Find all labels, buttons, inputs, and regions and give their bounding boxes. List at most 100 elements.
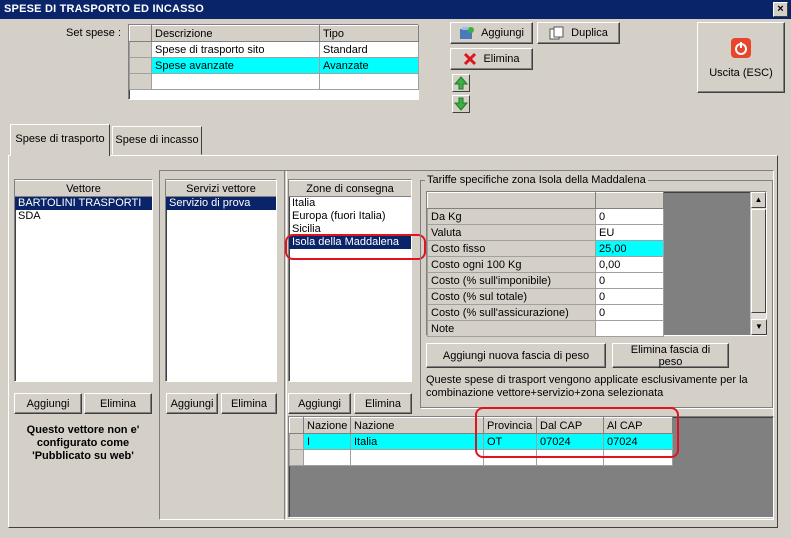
servizi-elimina-label: Elimina xyxy=(230,397,268,410)
rate-label: Costo ogni 100 Kg xyxy=(427,256,596,273)
rate-value[interactable]: EU xyxy=(595,224,664,241)
list-item[interactable]: Europa (fuori Italia) xyxy=(289,210,411,223)
column-header-tipo[interactable]: Tipo xyxy=(319,25,419,42)
elimina-label: Elimina xyxy=(483,53,520,65)
power-icon xyxy=(731,37,751,58)
rate-label: Da Kg xyxy=(427,208,596,225)
arrow-down-icon xyxy=(453,97,469,111)
uscita-label: Uscita (ESC) xyxy=(709,66,773,79)
rate-value[interactable]: 25,00 xyxy=(595,240,664,257)
row-selector[interactable] xyxy=(129,57,152,74)
move-up-button[interactable] xyxy=(452,74,470,92)
table-row[interactable]: Da Kg 0 xyxy=(427,208,664,225)
servizi-list-header: Servizi vettore xyxy=(166,180,276,197)
zone-elimina-button[interactable]: Elimina xyxy=(354,393,412,414)
cell-nazione-cod[interactable]: I xyxy=(303,433,351,450)
elimina-button[interactable]: Elimina xyxy=(450,48,533,70)
scroll-up-icon[interactable]: ▲ xyxy=(751,192,766,208)
highlight-oval-cap xyxy=(475,407,679,458)
table-row[interactable]: Costo ogni 100 Kg 0,00 xyxy=(427,256,664,273)
tab-spese-trasporto[interactable]: Spese di trasporto xyxy=(10,124,110,156)
column-header-descrizione[interactable]: Descrizione xyxy=(151,25,320,42)
cell-nazione[interactable] xyxy=(350,449,484,466)
table-row[interactable] xyxy=(129,73,419,90)
cell-nazione[interactable]: Italia xyxy=(350,433,484,450)
add-icon xyxy=(460,27,475,39)
row-selector[interactable] xyxy=(129,73,152,90)
zone-list-header: Zone di consegna xyxy=(289,180,411,197)
row-selector[interactable] xyxy=(129,41,152,58)
zone-elimina-label: Elimina xyxy=(364,397,402,410)
zone-list[interactable]: Zone di consegna Italia Europa (fuori It… xyxy=(288,179,412,382)
rate-value[interactable] xyxy=(595,320,664,337)
highlight-oval-zone xyxy=(285,234,426,260)
duplica-button[interactable]: Duplica xyxy=(537,22,620,44)
cell-tipo[interactable] xyxy=(319,73,419,90)
cell-descrizione[interactable] xyxy=(151,73,320,90)
move-down-button[interactable] xyxy=(452,95,470,113)
set-spese-label: Set spese : xyxy=(66,27,122,39)
vettore-list-header: Vettore xyxy=(15,180,152,197)
cell-descrizione[interactable]: Spese di trasporto sito xyxy=(151,41,320,58)
table-row[interactable]: Valuta EU xyxy=(427,224,664,241)
rate-label: Note xyxy=(427,320,596,337)
servizi-aggiungi-button[interactable]: Aggiungi xyxy=(166,393,218,414)
table-row[interactable]: Costo (% sull'imponibile) 0 xyxy=(427,272,664,289)
vettore-aggiungi-label: Aggiungi xyxy=(26,397,70,410)
zone-aggiungi-button[interactable]: Aggiungi xyxy=(288,393,351,414)
column-header-nazione-cod[interactable]: Nazione xyxy=(303,417,351,434)
rate-label: Costo (% sull'imponibile) xyxy=(427,272,596,289)
rate-value[interactable]: 0 xyxy=(595,272,664,289)
vettore-aggiungi-button[interactable]: Aggiungi xyxy=(14,393,82,414)
rate-value[interactable]: 0 xyxy=(595,288,664,305)
aggiungi-fascia-button[interactable]: Aggiungi nuova fascia di peso xyxy=(426,343,606,368)
column-header-nazione[interactable]: Nazione xyxy=(350,417,484,434)
tab-spese-incasso[interactable]: Spese di incasso xyxy=(112,126,202,155)
row-selector[interactable] xyxy=(289,449,304,466)
rate-value[interactable]: 0 xyxy=(595,208,664,225)
window-title-bar: SPESE DI TRASPORTO ED INCASSO xyxy=(0,0,791,19)
tariffe-grid[interactable]: Da Kg 0 Valuta EU Costo fisso 25,00 Costo o… xyxy=(426,191,767,337)
rate-label: Costo fisso xyxy=(427,240,596,257)
tariffe-scrollbar[interactable]: ▲ ▼ xyxy=(750,192,767,335)
vettore-elimina-button[interactable]: Elimina xyxy=(84,393,152,414)
duplica-label: Duplica xyxy=(571,27,608,39)
table-row[interactable]: Costo (% sull'assicurazione) 0 xyxy=(427,304,664,321)
table-row[interactable]: Spese di trasporto sito Standard xyxy=(129,41,419,58)
servizi-elimina-button[interactable]: Elimina xyxy=(221,393,277,414)
grid-corner xyxy=(289,417,304,434)
rate-value[interactable]: 0,00 xyxy=(595,256,664,273)
servizi-list[interactable]: Servizi vettore Servizio di prova xyxy=(165,179,277,382)
aggiungi-button[interactable]: Aggiungi xyxy=(450,22,533,44)
zone-aggiungi-label: Aggiungi xyxy=(298,397,341,410)
table-row[interactable]: Costo (% sul totale) 0 xyxy=(427,288,664,305)
list-item[interactable]: Servizio di prova xyxy=(166,197,276,210)
elimina-fascia-button[interactable]: Elimina fascia di peso xyxy=(612,343,729,368)
rate-value[interactable]: 0 xyxy=(595,304,664,321)
tab-spese-trasporto-label: Spese di trasporto xyxy=(15,133,105,145)
list-item[interactable]: BARTOLINI TRASPORTI xyxy=(15,197,152,210)
table-row[interactable]: Costo fisso 25,00 xyxy=(427,240,664,257)
table-row[interactable]: Note xyxy=(427,320,664,337)
vettore-list[interactable]: Vettore BARTOLINI TRASPORTI SDA xyxy=(14,179,153,382)
row-selector[interactable] xyxy=(289,433,304,450)
rate-label: Costo (% sull'assicurazione) xyxy=(427,304,596,321)
set-spese-grid[interactable]: Descrizione Tipo Spese di trasporto sito… xyxy=(128,24,419,100)
cell-descrizione[interactable]: Spese avanzate xyxy=(151,57,320,74)
table-row[interactable]: Spese avanzate Avanzate xyxy=(129,57,419,74)
vettore-warning-text: Questo vettore non e' configurato come '… xyxy=(26,424,140,462)
scroll-thumb[interactable] xyxy=(751,209,766,313)
elimina-fascia-label: Elimina fascia di peso xyxy=(630,343,711,368)
tariffe-header-value xyxy=(595,192,664,209)
close-button[interactable]: × xyxy=(773,2,788,17)
scroll-down-icon[interactable]: ▼ xyxy=(751,319,767,335)
arrow-up-icon xyxy=(453,76,469,90)
cell-nazione-cod[interactable] xyxy=(303,449,351,466)
cell-tipo[interactable]: Avanzate xyxy=(319,57,419,74)
cell-tipo[interactable]: Standard xyxy=(319,41,419,58)
delete-icon xyxy=(464,52,477,66)
uscita-button[interactable]: Uscita (ESC) xyxy=(697,22,785,93)
list-item[interactable]: Italia xyxy=(289,197,411,210)
duplicate-icon xyxy=(549,26,564,40)
list-item[interactable]: SDA xyxy=(15,210,152,223)
